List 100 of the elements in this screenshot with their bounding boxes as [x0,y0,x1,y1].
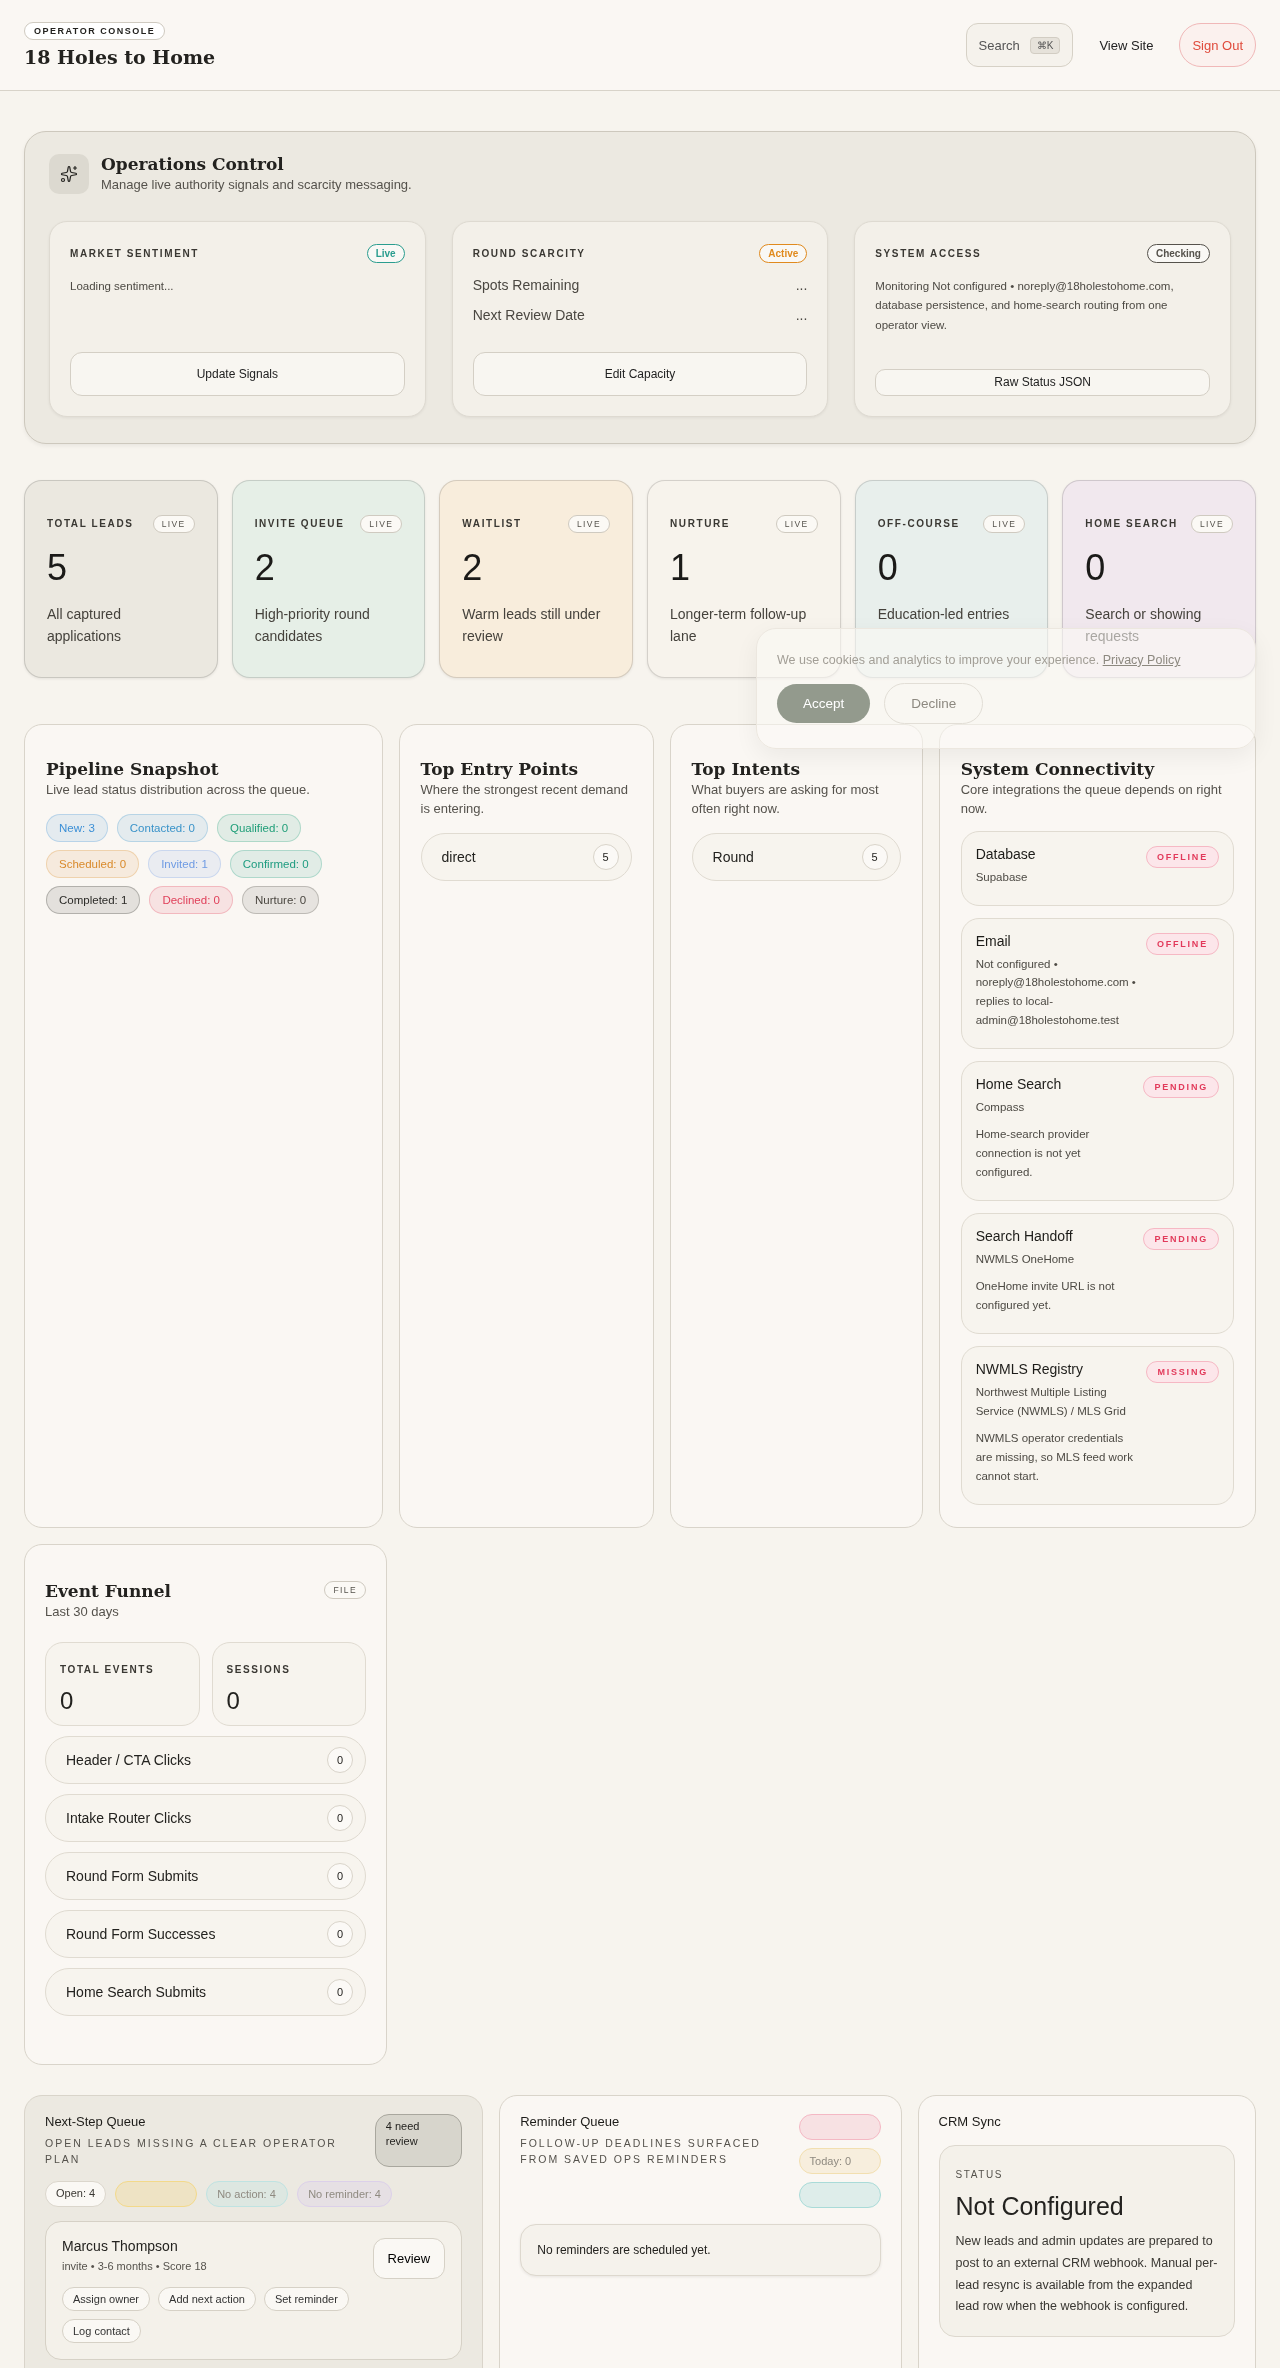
metric-value: 0 [60,1686,75,1715]
panel-subtitle: Last 30 days [45,1602,120,1621]
stat-label: HOME SEARCH [1085,518,1178,530]
view-site-link[interactable]: View Site [1087,37,1166,53]
site-title: 18 Holes to Home [24,46,216,68]
status-chip: Invited: 1 [148,849,221,878]
status-description: New leads and admin updates are prepared to post to an external CRM webhook. Manual per-lead resync is available from the expanded lead row when the webhook is configured. [955,2232,1218,2316]
metric-label: SESSIONS [226,1663,291,1675]
card-text: Monitoring Not configured • noreply@18holestohome.com, database persistence, and home-search routing from one operator view. [875,278,1175,333]
review-badge: 4 need review [374,2113,463,2168]
status-chip: New: 3 [46,813,108,842]
status-chip: Confirmed: 0 [229,849,322,878]
live-badge: LIVE [152,514,195,533]
service-status: PENDING [1143,1228,1219,1251]
live-badge: LIVE [360,514,403,533]
panel-subtitle: Where the strongest recent demand is entering. [420,780,629,818]
action-button[interactable]: Add next action [158,2287,256,2312]
status-badge: Checking [1146,243,1210,263]
stat-value: 5 [47,546,69,589]
panel-title: Event Funnel [45,1580,171,1601]
service-note: Home-search provider connection is not yet configured. [975,1127,1091,1181]
filter-chip: No action: 4 [206,2181,289,2208]
card-button[interactable]: Raw Status JSON [875,368,1210,396]
stat-description: Search or showing requests [1085,604,1203,647]
status-badge: Live [366,243,405,263]
sign-out-button[interactable]: Sign Out [1179,23,1256,67]
row-label: Header / CTA Clicks [66,1751,191,1768]
shortcut-key: ⌘K [1029,36,1061,54]
service-provider: Supabase [975,869,1029,885]
panel-subtitle: What buyers are asking for most often right now. [691,780,880,818]
count-badge: 0 [327,1920,353,1947]
filter-chip: Open: 4 [45,2181,107,2208]
console-badge: OPERATOR CONSOLE [24,22,166,40]
service-provider: Compass [975,1100,1026,1116]
status-chip: Nurture: 0 [241,885,320,914]
service-status: MISSING [1146,1361,1219,1384]
card-label: ROUND SCARCITY [472,247,586,259]
panel-title: Next-Step Queue [45,2113,147,2129]
stat-label: NURTURE [670,518,731,530]
count-badge: 0 [327,1978,353,2005]
stat-label: WAITLIST [462,518,522,530]
review-button[interactable]: Review [372,2238,446,2280]
service-name: NWMLS Registry [975,1361,1084,1378]
status-chip: Completed: 1 [46,885,141,914]
service-name: Search Handoff [975,1228,1074,1245]
service-note: OneHome invite URL is not configured yet. [975,1279,1116,1314]
service-provider: Not configured • noreply@18holestohome.com • replies to local-admin@18holestohome.test [975,956,1137,1029]
card-button[interactable]: Edit Capacity [472,351,808,396]
card-button[interactable]: Update Signals [70,351,405,396]
row-value: ... [795,276,808,293]
stat-label: INVITE QUEUE [254,518,345,530]
row-label: Spots Remaining [472,276,580,293]
live-badge: LIVE [983,514,1026,533]
panel-subtitle: Live lead status distribution across the queue. [46,780,311,799]
metric-label: TOTAL EVENTS [60,1663,155,1675]
panel-subtitle: FOLLOW-UP DEADLINES SURFACED FROM SAVED OPS REMINDERS [520,2135,762,2168]
row-label: Intake Router Clicks [66,1809,192,1826]
card-label: SYSTEM ACCESS [875,247,982,259]
count-badge: 0 [327,1804,353,1831]
row-label: direct [441,848,476,865]
live-badge: LIVE [1190,514,1233,533]
stat-label: OFF-COURSE [877,518,960,530]
count-badge: 5 [592,843,619,870]
row-value: ... [795,306,808,323]
sparkles-icon [49,154,89,195]
empty-message: No reminders are scheduled yet. [520,2223,881,2276]
service-name: Home Search [975,1076,1063,1093]
service-status: PENDING [1143,1076,1219,1099]
service-provider: Northwest Multiple Listing Service (NWMLS) / MLS Grid [975,1385,1127,1420]
panel-subtitle: Core integrations the queue depends on right now. [960,780,1223,818]
card-text: Loading sentiment... [70,278,175,294]
stat-description: Longer-term follow-up lane [670,604,808,647]
action-button[interactable]: Assign owner [62,2287,151,2312]
panel-title: Pipeline Snapshot [46,758,220,779]
stat-description: High-priority round candidates [254,604,371,647]
live-badge: LIVE [567,514,610,533]
status-chip: Contacted: 0 [116,813,208,842]
service-note: NWMLS operator credentials are missing, so MLS feed work cannot start. [975,1431,1134,1485]
row-label: Round [712,848,754,865]
count-badge: 0 [327,1862,353,1889]
stat-description: Warm leads still under review [462,604,602,647]
panel-title: System Connectivity [960,758,1156,779]
row-label: Round Form Successes [66,1925,216,1942]
stat-label: TOTAL LEADS [47,518,134,530]
stat-value: 0 [877,546,899,589]
stat-value: 2 [462,546,484,589]
panel-title: Reminder Queue [520,2113,621,2129]
status-chip: Scheduled: 0 [46,849,140,878]
status-value: Not Configured [955,2191,1125,2221]
source-badge: FILE [324,1580,366,1599]
action-button[interactable]: Log contact [62,2319,141,2344]
stat-value: 1 [670,546,692,589]
card-label: MARKET SENTIMENT [70,247,199,259]
status-label: STATUS [955,2168,1004,2180]
service-status: OFFLINE [1145,845,1219,868]
status-chip: Declined: 0 [149,885,233,914]
panel-title: Operations Control [101,154,285,174]
panel-title: Top Intents [691,758,802,779]
action-button[interactable]: Set reminder [263,2287,349,2312]
search-button[interactable]: Search ⌘K [965,23,1074,67]
